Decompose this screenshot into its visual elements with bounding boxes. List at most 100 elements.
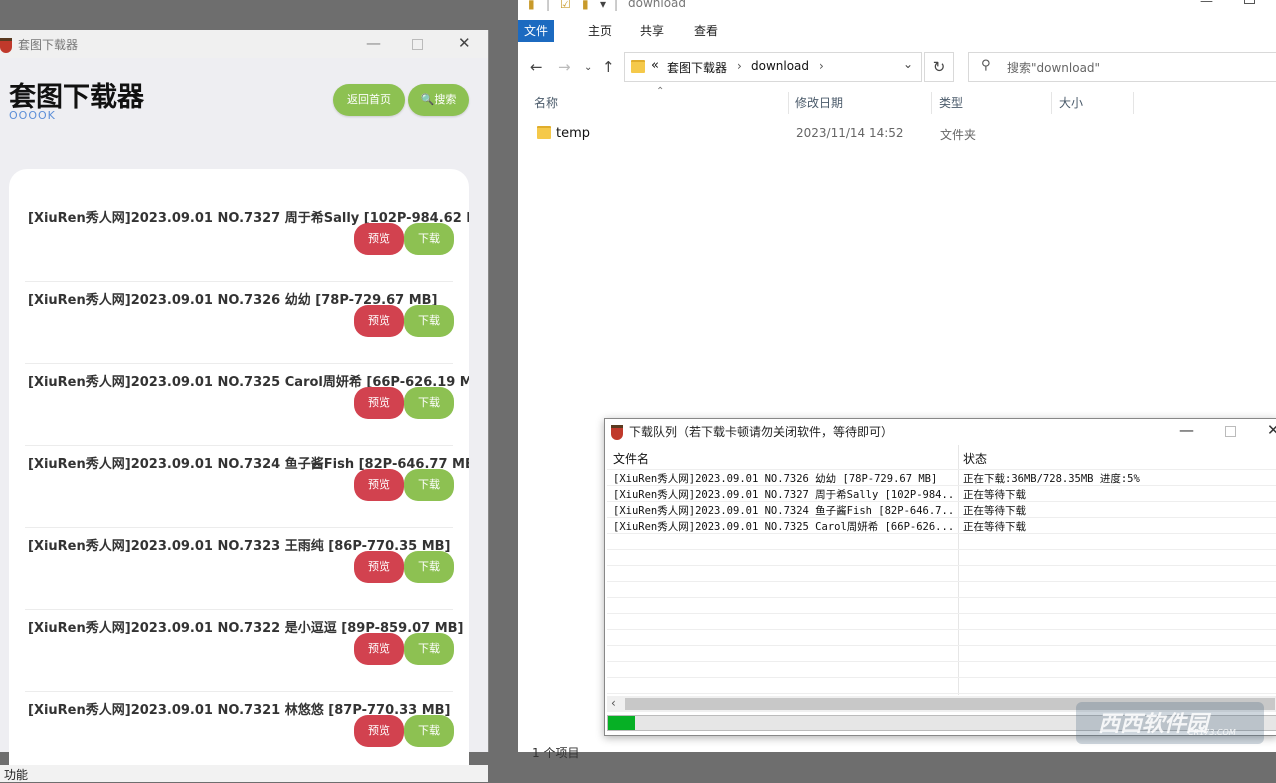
breadcrumb-part[interactable]: 套图下载器 [667, 59, 727, 76]
row-divider [607, 677, 1276, 678]
minimize-button[interactable]: — [1200, 0, 1213, 9]
download-button[interactable]: 下载 [404, 633, 454, 665]
file-modified: 2023/11/14 14:52 [796, 126, 904, 140]
row-divider [607, 629, 1276, 630]
app-footer: 功能 [0, 765, 488, 782]
search-placeholder: 搜索"download" [1007, 61, 1101, 75]
search-icon: ⚲ [981, 58, 991, 73]
preview-button[interactable]: 预览 [354, 305, 404, 337]
list-item: [XiuRen秀人网]2023.09.01 NO.7327 周于希Sally [… [25, 199, 469, 282]
preview-button[interactable]: 预览 [354, 223, 404, 255]
download-button[interactable]: 下载 [404, 387, 454, 419]
folder-icon: ▮ [528, 0, 535, 11]
row-divider [607, 565, 1276, 566]
queue-file-cell[interactable]: [XiuRen秀人网]2023.09.01 NO.7326 幼幼 [78P-72… [613, 471, 953, 486]
app-icon [0, 38, 12, 53]
queue-file-cell[interactable]: [XiuRen秀人网]2023.09.01 NO.7327 周于希Sally [… [613, 487, 953, 502]
progress-fill [608, 716, 635, 730]
column-status[interactable]: 状态 [963, 450, 987, 467]
minimize-button[interactable]: — [1179, 421, 1194, 439]
list-item: [XiuRen秀人网]2023.09.01 NO.7323 王雨纯 [86P-7… [25, 527, 454, 610]
watermark-subtext: CR173.COM [1188, 728, 1236, 737]
search-input[interactable]: ⚲ 搜索"download" [968, 52, 1276, 82]
recent-locations-icon[interactable]: ⌄ [584, 62, 592, 73]
download-button[interactable]: 下载 [404, 305, 454, 337]
queue-file-cell[interactable]: [XiuRen秀人网]2023.09.01 NO.7325 Carol周妍希 [… [613, 519, 953, 534]
quick-access-dropdown-icon[interactable]: ▾ [600, 0, 606, 11]
preview-button[interactable]: 预览 [354, 387, 404, 419]
maximize-button[interactable] [412, 39, 423, 50]
maximize-button[interactable] [1244, 0, 1255, 4]
file-row[interactable]: temp 2023/11/14 14:52 文件夹 [518, 122, 1276, 144]
download-button[interactable]: 下载 [404, 715, 454, 747]
maximize-button[interactable] [1225, 426, 1236, 437]
app-icon [611, 425, 623, 440]
app-subtitle: OOOOK [9, 109, 56, 122]
tab-share[interactable]: 共享 [630, 20, 674, 42]
column-name[interactable]: 名称 [534, 92, 789, 114]
column-headers: 名称 修改日期 类型 大小 [518, 92, 1276, 114]
queue-status-cell: 正在等待下载 [963, 521, 1026, 533]
minimize-button[interactable]: — [366, 34, 381, 52]
properties-icon[interactable]: ☑ [560, 0, 571, 11]
breadcrumb-part[interactable]: download [751, 59, 809, 73]
close-button[interactable]: ✕ [1267, 421, 1276, 439]
new-folder-icon[interactable]: ▮ [582, 0, 589, 11]
address-bar[interactable]: « 套图下载器 › download › ⌄ [624, 52, 922, 82]
file-name: temp [556, 126, 591, 141]
forward-button[interactable]: → [558, 58, 571, 76]
column-modified[interactable]: 修改日期 [795, 92, 932, 114]
column-size[interactable]: 大小 [1059, 92, 1134, 114]
scroll-left-icon[interactable]: ‹ [611, 696, 616, 710]
row-divider [607, 549, 1276, 550]
queue-file-cell[interactable]: [XiuRen秀人网]2023.09.01 NO.7324 鱼子酱Fish [8… [613, 503, 953, 518]
footer-label[interactable]: 功能 [4, 766, 28, 783]
tab-view[interactable]: 查看 [684, 20, 728, 42]
list-item: [XiuRen秀人网]2023.09.01 NO.7326 幼幼 [78P-72… [25, 281, 454, 364]
download-button[interactable]: 下载 [404, 223, 454, 255]
chevron-down-icon[interactable]: ⌄ [903, 57, 913, 71]
search-button[interactable]: 🔍搜索 [408, 84, 469, 116]
queue-status-cell: 正在等待下载 [963, 489, 1026, 501]
preview-button[interactable]: 预览 [354, 633, 404, 665]
breadcrumb-separator-icon: › [737, 59, 742, 73]
explorer-titlebar: ▮ | ☑ ▮ ▾ | download — [518, 0, 1276, 14]
album-title: [XiuRen秀人网]2023.09.01 NO.7325 Carol周妍希 [… [28, 375, 469, 390]
address-overflow[interactable]: « [651, 58, 659, 73]
download-button[interactable]: 下载 [404, 551, 454, 583]
queue-title: 下载队列（若下载卡顿请勿关闭软件，等待即可） [629, 425, 894, 439]
list-item: [XiuRen秀人网]2023.09.01 NO.7321 林悠悠 [87P-7… [25, 691, 454, 769]
downloader-window: 套图下载器 — ✕ 套图下载器 OOOOK 返回首页 🔍搜索 [XiuRen秀人… [0, 30, 489, 782]
close-button[interactable]: ✕ [458, 34, 471, 52]
album-title: [XiuRen秀人网]2023.09.01 NO.7324 鱼子酱Fish [8… [28, 457, 469, 472]
album-title: [XiuRen秀人网]2023.09.01 NO.7327 周于希Sally [… [28, 211, 469, 226]
preview-button[interactable]: 预览 [354, 551, 404, 583]
divider-icon: | [614, 0, 619, 11]
tab-home[interactable]: 主页 [578, 20, 622, 42]
row-divider [607, 693, 1276, 694]
explorer-title: download [628, 0, 687, 10]
folder-icon [631, 60, 645, 73]
file-type: 文件夹 [940, 128, 977, 142]
column-file-name[interactable]: 文件名 [613, 450, 649, 467]
status-bar-text: 1 个项目 [532, 746, 580, 760]
up-button[interactable]: ↑ [602, 58, 615, 76]
tab-file[interactable]: 文件 [518, 20, 554, 42]
preview-button[interactable]: 预览 [354, 469, 404, 501]
column-type[interactable]: 类型 [939, 92, 1052, 114]
download-button[interactable]: 下载 [404, 469, 454, 501]
column-divider [958, 445, 959, 695]
row-divider [607, 469, 1276, 470]
preview-button[interactable]: 预览 [354, 715, 404, 747]
refresh-button[interactable]: ↻ [924, 52, 954, 82]
home-button[interactable]: 返回首页 [333, 84, 405, 116]
back-button[interactable]: ← [530, 58, 543, 76]
list-item: [XiuRen秀人网]2023.09.01 NO.7324 鱼子酱Fish [8… [25, 445, 469, 528]
breadcrumb-separator-icon: › [819, 59, 824, 73]
row-divider [607, 613, 1276, 614]
album-list: [XiuRen秀人网]2023.09.01 NO.7327 周于希Sally [… [9, 169, 469, 769]
row-divider [607, 597, 1276, 598]
queue-titlebar: 下载队列（若下载卡顿请勿关闭软件，等待即可） — ✕ [605, 419, 1276, 443]
folder-icon [537, 126, 551, 139]
queue-status-cell: 正在等待下载 [963, 505, 1026, 517]
